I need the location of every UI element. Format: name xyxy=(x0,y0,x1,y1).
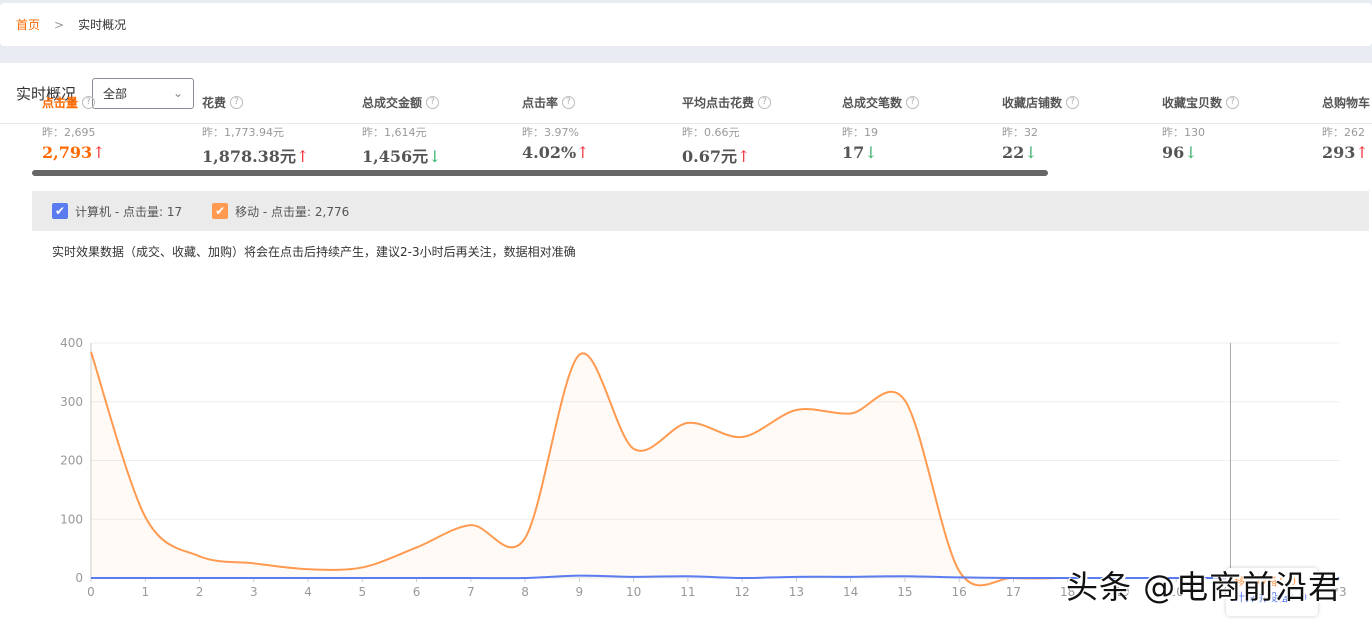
x-tick-label: 1 xyxy=(141,585,149,599)
x-tick-label: 10 xyxy=(626,585,641,599)
x-tick-label: 7 xyxy=(467,585,475,599)
x-tick-label: 6 xyxy=(413,585,421,599)
x-tick-label: 16 xyxy=(952,585,967,599)
x-tick-label: 2 xyxy=(196,585,204,599)
x-tick-label: 9 xyxy=(576,585,584,599)
x-tick-label: 5 xyxy=(358,585,366,599)
y-tick-label: 300 xyxy=(60,395,83,409)
x-tick-label: 8 xyxy=(521,585,529,599)
y-tick-label: 400 xyxy=(60,336,83,350)
watermark: 头条 @电商前沿君 xyxy=(1066,562,1341,608)
x-tick-label: 17 xyxy=(1006,585,1021,599)
x-tick-label: 12 xyxy=(734,585,749,599)
x-tick-label: 3 xyxy=(250,585,258,599)
y-tick-label: 100 xyxy=(60,512,83,526)
series-area xyxy=(91,352,1230,586)
x-tick-label: 14 xyxy=(843,585,858,599)
x-tick-label: 13 xyxy=(789,585,804,599)
y-tick-label: 0 xyxy=(75,571,83,585)
x-tick-label: 4 xyxy=(304,585,312,599)
clicks-chart: 0100200300400012345678910111213141516171… xyxy=(0,0,1372,622)
y-tick-label: 200 xyxy=(60,454,83,468)
x-tick-label: 15 xyxy=(897,585,912,599)
x-tick-label: 11 xyxy=(680,585,695,599)
x-tick-label: 0 xyxy=(87,585,95,599)
